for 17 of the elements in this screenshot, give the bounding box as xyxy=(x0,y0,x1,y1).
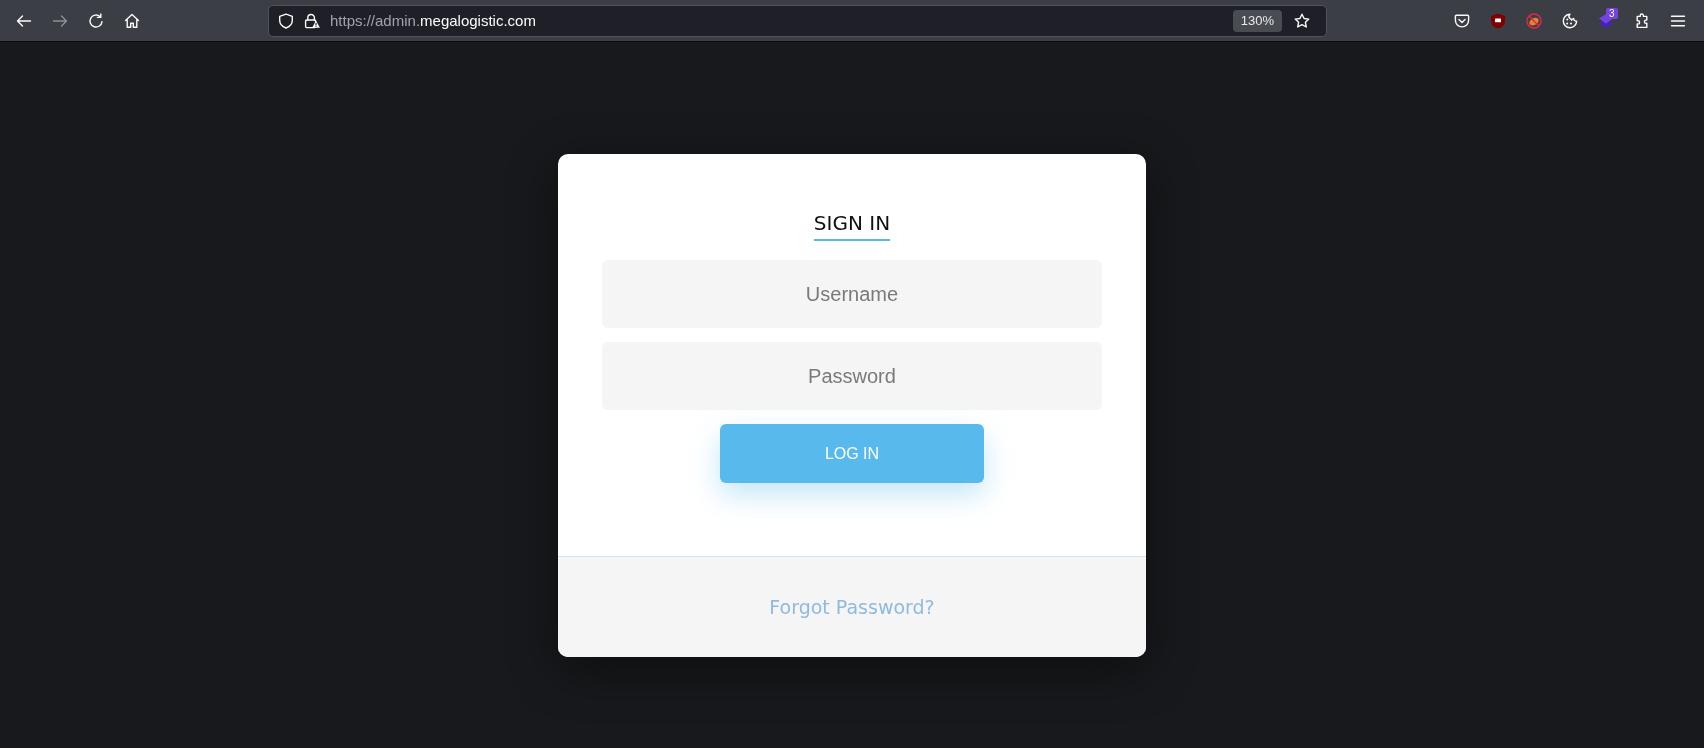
home-icon[interactable] xyxy=(124,12,140,29)
lock-warning-icon[interactable] xyxy=(304,12,320,29)
input-field[interactable]: Username xyxy=(602,260,1102,328)
zoom-level-button[interactable]: 130% xyxy=(1232,9,1282,32)
url-field[interactable]: https://admin.megalogistic.com xyxy=(330,5,1233,36)
input-field[interactable]: Password xyxy=(602,342,1102,410)
count-badge: 3 xyxy=(1606,7,1618,19)
pouch-icon[interactable] xyxy=(1454,12,1470,29)
blocked-icon[interactable] xyxy=(1526,12,1542,29)
shield-icon[interactable] xyxy=(278,12,294,29)
sign-in-heading: SIGN IN xyxy=(813,209,891,241)
shield-icon[interactable] xyxy=(1490,12,1506,29)
reload-icon[interactable] xyxy=(88,12,104,29)
cookie-icon[interactable] xyxy=(1562,12,1578,29)
back-arrow-icon[interactable] xyxy=(16,12,32,29)
puzzle-icon[interactable] xyxy=(1634,12,1650,29)
star-icon[interactable] xyxy=(1294,12,1310,29)
